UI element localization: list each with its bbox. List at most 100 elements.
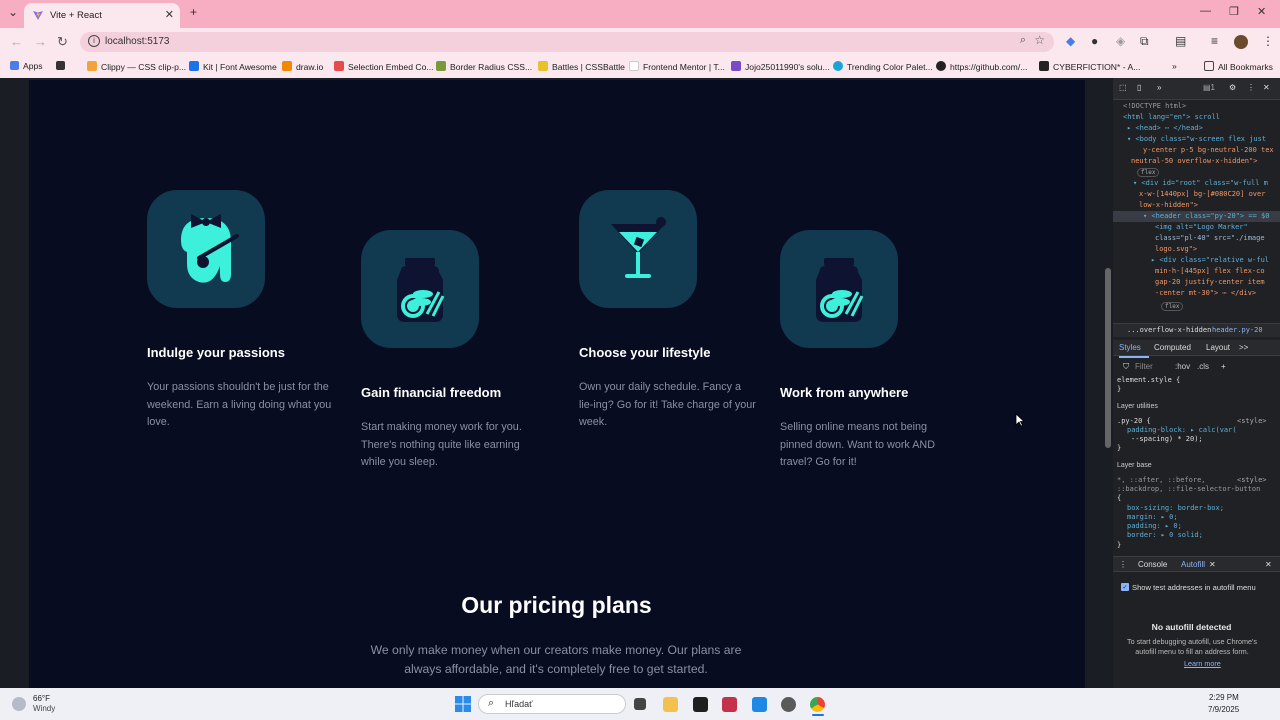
device-toolbar-icon[interactable]: ▯	[1137, 83, 1141, 92]
dom-line-selected[interactable]: ▾ <header class="py-20"> == $0	[1143, 212, 1269, 221]
bookmark-selection-embed[interactable]: Selection Embed Co...	[334, 61, 434, 72]
menu-icon[interactable]: ⋮	[1262, 34, 1274, 48]
close-window-icon[interactable]: ✕	[1257, 5, 1266, 18]
style-line[interactable]: .py-20 {	[1117, 417, 1151, 426]
page-scrollbar-thumb[interactable]	[1105, 268, 1111, 448]
dom-line[interactable]: ▸ <div class="relative w-ful	[1151, 256, 1269, 265]
styles-filter-input[interactable]: Filter	[1135, 362, 1153, 371]
cls-toggle[interactable]: .cls	[1197, 362, 1209, 371]
issues-icon[interactable]: ▤1	[1203, 83, 1215, 92]
bookmark-border-radius[interactable]: Border Radius CSS...	[436, 61, 532, 72]
extension-icon[interactable]: ◈	[1116, 34, 1125, 48]
windows-start-icon[interactable]	[455, 696, 471, 712]
tab-computed[interactable]: Computed	[1154, 343, 1191, 352]
reading-list-icon[interactable]: ▤	[1175, 34, 1186, 48]
pricing-title: Our pricing plans	[461, 592, 652, 618]
dom-line[interactable]: ▸ <head> ⋯ </head>	[1127, 124, 1203, 133]
clock-time[interactable]: 2:29 PM	[1209, 693, 1239, 702]
page-scrollbar[interactable]	[1103, 80, 1113, 688]
vscode-icon[interactable]	[752, 697, 767, 712]
weather-condition[interactable]: Windy	[33, 704, 55, 713]
bookmark-font-awesome[interactable]: Kit | Font Awesome	[189, 61, 277, 72]
translate-icon[interactable]: ◆	[1066, 34, 1075, 48]
style-source-link[interactable]: <style>	[1237, 417, 1267, 426]
task-view-icon[interactable]	[634, 698, 646, 710]
bookmark-drawio[interactable]: draw.io	[282, 61, 323, 72]
new-tab-icon[interactable]: +	[190, 5, 197, 19]
tab-layout[interactable]: Layout	[1206, 343, 1230, 352]
hov-toggle[interactable]: :hov	[1175, 362, 1190, 371]
browser-tab[interactable]: Vite + React ✕	[24, 3, 180, 28]
bookmark-star-icon[interactable]: ☆	[1034, 33, 1045, 47]
address-bar[interactable]: i localhost:5173 ⌕ ☆	[80, 32, 1054, 52]
style-line[interactable]: padding-block: ▸ calc(var(	[1127, 426, 1237, 435]
layer-label[interactable]: Layer utilities	[1117, 402, 1158, 411]
media-icon[interactable]: ≡	[1211, 34, 1218, 48]
style-line[interactable]: box-sizing: border-box;	[1127, 504, 1224, 513]
chrome-icon[interactable]	[810, 697, 825, 712]
grid-icon[interactable]	[56, 61, 69, 71]
file-explorer-icon[interactable]	[663, 697, 678, 712]
new-style-rule-icon[interactable]: +	[1221, 362, 1226, 371]
settings-gear-icon[interactable]: ⚙	[1229, 83, 1236, 92]
all-bookmarks[interactable]: All Bookmarks	[1204, 61, 1273, 72]
taskbar-search[interactable]: ⌕ Hľadať	[478, 694, 626, 714]
app-icon[interactable]	[722, 697, 737, 712]
tab-styles[interactable]: Styles	[1119, 343, 1141, 352]
autofill-checkbox[interactable]: ✓	[1121, 583, 1129, 591]
zoom-icon[interactable]: ⌕	[1020, 34, 1026, 47]
weather-temperature[interactable]: 66°F	[33, 694, 50, 703]
dom-line[interactable]: <html lang="en"> scroll	[1123, 113, 1220, 122]
weather-icon[interactable]	[12, 697, 26, 711]
clock-date[interactable]: 7/9/2025	[1208, 705, 1239, 714]
dom-line[interactable]: ▾ <body class="w-screen flex just	[1127, 135, 1266, 144]
bookmark-apps[interactable]: Apps	[10, 61, 43, 71]
reload-icon[interactable]: ↻	[57, 34, 68, 50]
bookmark-github[interactable]: https://github.com/...	[936, 61, 1027, 72]
github-desktop-icon[interactable]	[781, 697, 796, 712]
back-icon[interactable]: ←	[10, 34, 23, 49]
bookmark-cyberfiction[interactable]: CYBERFICTION* - A...	[1039, 61, 1140, 72]
breadcrumb-item[interactable]: header.py-20	[1212, 326, 1263, 335]
forward-icon[interactable]: →	[34, 34, 47, 49]
close-drawer-icon[interactable]: ✕	[1265, 560, 1272, 569]
maximize-icon[interactable]: ❐	[1229, 5, 1239, 18]
style-line[interactable]: border: ▸ 0 solid;	[1127, 531, 1203, 540]
style-line[interactable]: padding: ▸ 0;	[1127, 522, 1182, 531]
bookmark-clippy[interactable]: Clippy — CSS clip-p...	[87, 61, 186, 72]
flex-badge[interactable]: flex	[1137, 168, 1160, 177]
tab-autofill[interactable]: Autofill	[1181, 560, 1205, 569]
dom-line[interactable]: ▾ <div id="root" class="w-full m	[1133, 179, 1268, 188]
breadcrumb-item[interactable]: ...overflow-x-hidden	[1127, 326, 1211, 335]
more-panel-tabs[interactable]: >>	[1239, 343, 1248, 352]
close-tab-icon[interactable]: ✕	[165, 8, 174, 21]
drawer-menu-icon[interactable]: ⋮	[1119, 560, 1127, 569]
bookmarks-overflow-icon[interactable]: »	[1172, 61, 1177, 71]
close-devtools-icon[interactable]: ✕	[1263, 83, 1270, 92]
capcut-icon[interactable]	[693, 697, 708, 712]
extension-icon[interactable]: ●	[1091, 34, 1098, 48]
learn-more-link[interactable]: Learn more	[1182, 659, 1223, 668]
tab-console[interactable]: Console	[1138, 560, 1167, 569]
more-tabs-icon[interactable]: »	[1157, 83, 1161, 92]
layer-label[interactable]: Layer base	[1117, 461, 1152, 470]
style-source-link[interactable]: <style>	[1237, 476, 1267, 485]
profile-avatar[interactable]	[1234, 35, 1248, 49]
style-line[interactable]: *, ::after, ::before,	[1117, 476, 1206, 485]
dom-line[interactable]: <!DOCTYPE html>	[1123, 102, 1186, 111]
bookmark-cssbattle[interactable]: Battles | CSSBattle	[538, 61, 625, 72]
style-line[interactable]: element.style {	[1117, 376, 1180, 385]
minimize-icon[interactable]: —	[1200, 5, 1211, 17]
tab-search-icon[interactable]: ⌄	[8, 5, 18, 19]
close-autofill-tab-icon[interactable]: ✕	[1209, 560, 1216, 569]
bookmark-frontend-mentor[interactable]: Frontend Mentor | T...	[629, 61, 725, 72]
extensions-puzzle-icon[interactable]: ⧉	[1140, 34, 1149, 49]
site-info-icon[interactable]: i	[88, 35, 100, 47]
dom-line[interactable]: <img alt="Logo Marker"	[1155, 223, 1248, 232]
bookmark-color-palettes[interactable]: Trending Color Palet...	[833, 61, 933, 72]
bookmark-jojo[interactable]: Jojo25011990's solu...	[731, 61, 830, 72]
inspect-icon[interactable]: ⬚	[1119, 83, 1127, 92]
devtools-menu-icon[interactable]: ⋮	[1247, 83, 1255, 92]
flex-badge[interactable]: flex	[1161, 302, 1184, 311]
style-line[interactable]: margin: ▸ 0;	[1127, 513, 1178, 522]
